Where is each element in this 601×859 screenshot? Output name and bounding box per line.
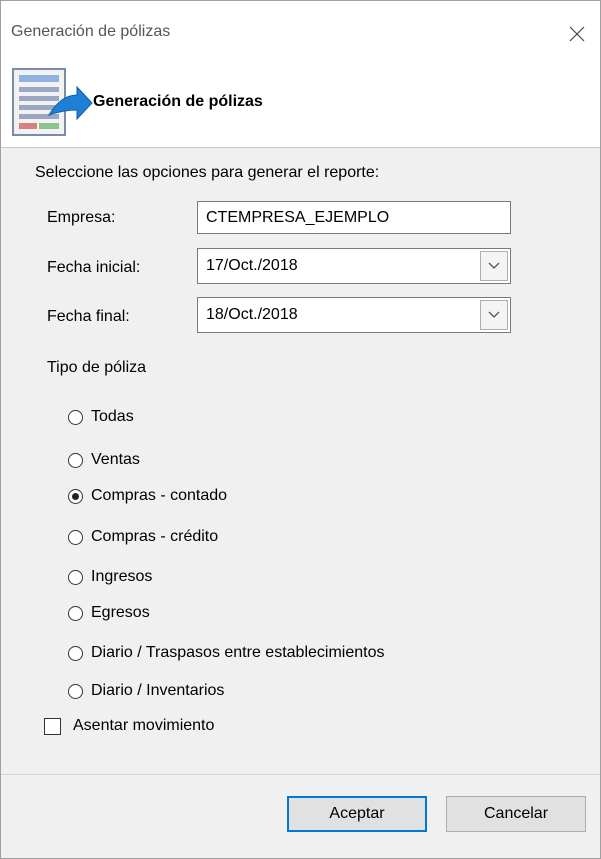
radio-label: Todas xyxy=(91,408,134,425)
fecha-inicial-select[interactable]: 17/Oct./2018 xyxy=(197,248,511,284)
radio-label: Ingresos xyxy=(91,568,153,585)
radio-diario-traspasos[interactable]: Diario / Traspasos entre establecimiento… xyxy=(68,642,384,664)
tipo-poliza-label: Tipo de póliza xyxy=(47,359,147,376)
fecha-inicial-dropdown-button[interactable] xyxy=(480,251,508,281)
radio-label: Compras - contado xyxy=(91,487,228,504)
radio-button[interactable] xyxy=(68,645,83,661)
radio-label: Diario / Traspasos entre establecimiento… xyxy=(91,644,385,661)
fecha-final-label: Fecha final: xyxy=(47,308,130,325)
asentar-movimiento-option[interactable]: Asentar movimiento xyxy=(44,717,214,735)
empresa-value: CTEMPRESA_EJEMPLO xyxy=(206,209,390,226)
fecha-final-value: 18/Oct./2018 xyxy=(206,306,298,323)
radio-button[interactable] xyxy=(68,683,83,699)
fecha-final-dropdown-button[interactable] xyxy=(480,300,508,330)
radio-label: Egresos xyxy=(91,604,150,621)
header-title: Generación de pólizas xyxy=(93,93,263,110)
asentar-movimiento-label: Asentar movimiento xyxy=(73,717,215,734)
radio-egresos[interactable]: Egresos xyxy=(68,602,150,624)
radio-label: Compras - crédito xyxy=(91,528,219,545)
radio-button-selected[interactable] xyxy=(68,488,83,504)
fecha-inicial-label: Fecha inicial: xyxy=(47,259,141,276)
dialog-header: Generación de pólizas xyxy=(1,63,600,147)
fecha-final-select[interactable]: 18/Oct./2018 xyxy=(197,297,511,333)
options-panel: Seleccione las opciones para generar el … xyxy=(1,148,600,774)
radio-ingresos[interactable]: Ingresos xyxy=(68,566,152,588)
fecha-inicial-value: 17/Oct./2018 xyxy=(206,257,298,274)
cancel-button[interactable]: Cancelar xyxy=(446,796,586,832)
radio-todas[interactable]: Todas xyxy=(68,406,134,428)
close-button[interactable] xyxy=(554,11,600,57)
radio-label: Diario / Inventarios xyxy=(91,682,225,699)
accept-button[interactable]: Aceptar xyxy=(287,796,427,832)
instructions-text: Seleccione las opciones para generar el … xyxy=(35,164,380,181)
radio-compras-contado[interactable]: Compras - contado xyxy=(68,485,227,507)
window-title: Generación de pólizas xyxy=(11,23,171,40)
radio-button[interactable] xyxy=(68,569,83,585)
radio-diario-inventarios[interactable]: Diario / Inventarios xyxy=(68,680,224,702)
radio-button[interactable] xyxy=(68,605,83,621)
dialog-footer: Aceptar Cancelar xyxy=(1,775,600,858)
report-arrow-icon xyxy=(12,68,93,136)
asentar-movimiento-checkbox[interactable] xyxy=(44,717,61,735)
radio-button[interactable] xyxy=(68,409,83,425)
empresa-label: Empresa: xyxy=(47,209,116,226)
radio-ventas[interactable]: Ventas xyxy=(68,449,140,471)
empresa-field[interactable]: CTEMPRESA_EJEMPLO xyxy=(197,201,511,234)
dialog-window: Generación de pólizas Generación de póli… xyxy=(0,0,601,859)
chevron-down-icon xyxy=(488,311,500,318)
chevron-down-icon xyxy=(488,262,500,269)
radio-button[interactable] xyxy=(68,452,83,468)
title-bar: Generación de pólizas xyxy=(1,1,600,63)
close-icon xyxy=(569,26,585,42)
radio-label: Ventas xyxy=(91,451,140,468)
radio-button[interactable] xyxy=(68,529,83,545)
radio-compras-credito[interactable]: Compras - crédito xyxy=(68,526,218,548)
